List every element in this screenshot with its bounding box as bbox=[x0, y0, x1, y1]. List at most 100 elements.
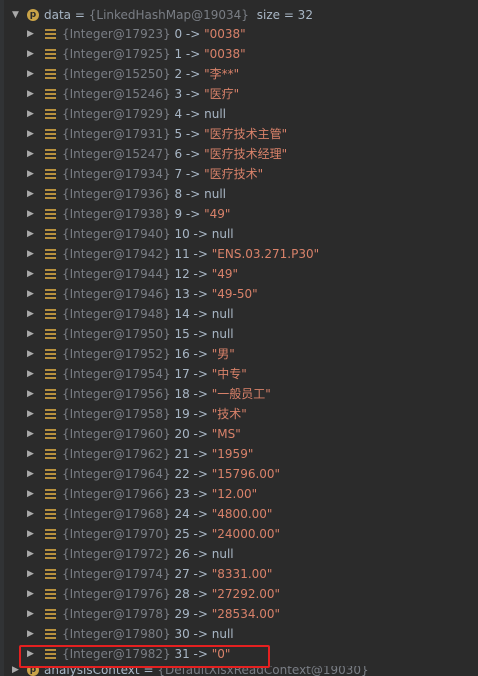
map-entry-row[interactable]: ▶ {Integer@17958} 19 -> "技术" bbox=[0, 404, 478, 424]
triangle-right-icon[interactable]: ▶ bbox=[27, 284, 34, 304]
map-entry-row[interactable]: ▶ {Integer@17950} 15 -> null bbox=[0, 324, 478, 344]
map-entry-row[interactable]: ▶ {Integer@17925} 1 -> "0038" bbox=[0, 44, 478, 64]
entry-value: null bbox=[211, 307, 234, 321]
map-entry-row[interactable]: ▶ {Integer@17942} 11 -> "ENS.03.271.P30" bbox=[0, 244, 478, 264]
map-entry-row[interactable]: ▶ {Integer@17970} 25 -> "24000.00" bbox=[0, 524, 478, 544]
entry-key: 9 bbox=[174, 207, 183, 221]
map-entry-row[interactable]: ▶ {Integer@17964} 22 -> "15796.00" bbox=[0, 464, 478, 484]
triangle-right-icon[interactable]: ▶ bbox=[27, 584, 34, 604]
triangle-right-icon[interactable]: ▶ bbox=[27, 424, 34, 444]
entry-key: 1 bbox=[174, 47, 183, 61]
entry-arrow: -> bbox=[193, 327, 208, 341]
entry-key: 29 bbox=[174, 607, 190, 621]
entry-arrow: -> bbox=[193, 467, 208, 481]
triangle-right-icon[interactable]: ▶ bbox=[27, 224, 34, 244]
map-entry-row[interactable]: ▶ {Integer@17978} 29 -> "28534.00" bbox=[0, 604, 478, 624]
entry-arrow: -> bbox=[193, 587, 208, 601]
triangle-right-icon[interactable]: ▶ bbox=[27, 24, 34, 44]
map-entry-row[interactable]: ▶ {Integer@17936} 8 -> null bbox=[0, 184, 478, 204]
map-entry-row[interactable]: ▶ {Integer@17940} 10 -> null bbox=[0, 224, 478, 244]
triangle-right-icon[interactable]: ▶ bbox=[27, 504, 34, 524]
map-entry-row[interactable]: ▶ {Integer@17968} 24 -> "4800.00" bbox=[0, 504, 478, 524]
map-entry-icon bbox=[45, 589, 56, 599]
map-entry-icon bbox=[45, 89, 56, 99]
triangle-right-icon[interactable]: ▶ bbox=[27, 244, 34, 264]
entry-value: "李**" bbox=[204, 67, 240, 81]
triangle-right-icon[interactable]: ▶ bbox=[27, 44, 34, 64]
triangle-right-icon[interactable]: ▶ bbox=[27, 604, 34, 624]
map-entry-row[interactable]: ▶ {Integer@17976} 28 -> "27292.00" bbox=[0, 584, 478, 604]
triangle-right-icon[interactable]: ▶ bbox=[27, 184, 34, 204]
map-entry-row[interactable]: ▶ {Integer@17946} 13 -> "49-50" bbox=[0, 284, 478, 304]
entry-arrow: -> bbox=[193, 487, 208, 501]
triangle-right-icon[interactable]: ▶ bbox=[27, 324, 34, 344]
map-entry-row[interactable]: ▶ {Integer@17938} 9 -> "49" bbox=[0, 204, 478, 224]
map-entry-row[interactable]: ▶ {Integer@17929} 4 -> null bbox=[0, 104, 478, 124]
map-entry-row[interactable]: ▶ {Integer@17974} 27 -> "8331.00" bbox=[0, 564, 478, 584]
map-entry-row[interactable]: ▶ {Integer@17931} 5 -> "医疗技术主管" bbox=[0, 124, 478, 144]
tree-row-data[interactable]: ▼ p data = {LinkedHashMap@19034} size = … bbox=[0, 5, 478, 25]
map-entry-row[interactable]: ▶ {Integer@15246} 3 -> "医疗" bbox=[0, 84, 478, 104]
triangle-right-icon[interactable]: ▶ bbox=[27, 84, 34, 104]
entry-value: null bbox=[211, 227, 234, 241]
map-entry-row[interactable]: ▶ {Integer@17980} 30 -> null bbox=[0, 624, 478, 644]
triangle-right-icon[interactable]: ▶ bbox=[27, 64, 34, 84]
map-entry-row[interactable]: ▶ {Integer@17966} 23 -> "12.00" bbox=[0, 484, 478, 504]
triangle-right-icon[interactable]: ▶ bbox=[27, 384, 34, 404]
entry-value: "49" bbox=[204, 207, 231, 221]
triangle-right-icon[interactable]: ▶ bbox=[27, 304, 34, 324]
map-entry-row[interactable]: ▶ {Integer@17956} 18 -> "一般员工" bbox=[0, 384, 478, 404]
map-entry-row[interactable]: ▶ {Integer@17944} 12 -> "49" bbox=[0, 264, 478, 284]
triangle-right-icon[interactable]: ▶ bbox=[27, 564, 34, 584]
triangle-right-icon[interactable]: ▶ bbox=[27, 364, 34, 384]
triangle-right-icon[interactable]: ▶ bbox=[27, 264, 34, 284]
triangle-right-icon[interactable]: ▶ bbox=[27, 344, 34, 364]
entry-arrow: -> bbox=[193, 367, 208, 381]
entry-value: "1959" bbox=[211, 447, 254, 461]
triangle-right-icon[interactable]: ▶ bbox=[27, 404, 34, 424]
triangle-right-icon[interactable]: ▶ bbox=[27, 124, 34, 144]
triangle-right-icon[interactable]: ▶ bbox=[12, 666, 19, 676]
map-entry-icon bbox=[45, 389, 56, 399]
entry-type-tag: {Integer@15250} bbox=[62, 67, 171, 81]
triangle-right-icon[interactable]: ▶ bbox=[27, 104, 34, 124]
map-entry-icon bbox=[45, 169, 56, 179]
map-entry-icon bbox=[45, 229, 56, 239]
triangle-right-icon[interactable]: ▶ bbox=[27, 464, 34, 484]
entry-type-tag: {Integer@15246} bbox=[62, 87, 171, 101]
map-entry-icon bbox=[45, 129, 56, 139]
triangle-right-icon[interactable]: ▶ bbox=[27, 524, 34, 544]
entry-type-tag: {Integer@17936} bbox=[62, 187, 171, 201]
map-entry-row[interactable]: ▶ {Integer@17972} 26 -> null bbox=[0, 544, 478, 564]
map-entry-row[interactable]: ▶ {Integer@15250} 2 -> "李**" bbox=[0, 64, 478, 84]
map-entry-row[interactable]: ▶ {Integer@15247} 6 -> "医疗技术经理" bbox=[0, 144, 478, 164]
map-entry-row[interactable]: ▶ {Integer@17954} 17 -> "中专" bbox=[0, 364, 478, 384]
map-entry-icon bbox=[45, 489, 56, 499]
map-entry-row[interactable]: ▶ {Integer@17934} 7 -> "医疗技术" bbox=[0, 164, 478, 184]
triangle-right-icon[interactable]: ▶ bbox=[27, 144, 34, 164]
triangle-right-icon[interactable]: ▶ bbox=[27, 544, 34, 564]
entry-value: "0038" bbox=[204, 27, 246, 41]
entry-type-tag: {Integer@17942} bbox=[62, 247, 171, 261]
map-entry-icon bbox=[45, 469, 56, 479]
map-entry-row[interactable]: ▶ {Integer@17952} 16 -> "男" bbox=[0, 344, 478, 364]
triangle-down-icon[interactable]: ▼ bbox=[12, 5, 19, 25]
triangle-right-icon[interactable]: ▶ bbox=[27, 624, 34, 644]
triangle-right-icon[interactable]: ▶ bbox=[27, 164, 34, 184]
entry-value: "男" bbox=[211, 347, 235, 361]
map-entry-row[interactable]: ▶ {Integer@17948} 14 -> null bbox=[0, 304, 478, 324]
entry-arrow: -> bbox=[193, 387, 208, 401]
map-entry-row[interactable]: ▶ {Integer@17960} 20 -> "MS" bbox=[0, 424, 478, 444]
entry-key: 14 bbox=[174, 307, 190, 321]
entry-key: 27 bbox=[174, 567, 190, 581]
triangle-right-icon[interactable]: ▶ bbox=[27, 484, 34, 504]
entry-key: 21 bbox=[174, 447, 190, 461]
triangle-right-icon[interactable]: ▶ bbox=[27, 444, 34, 464]
map-entry-row[interactable]: ▶ {Integer@17923} 0 -> "0038" bbox=[0, 24, 478, 44]
entry-type-tag: {Integer@17952} bbox=[62, 347, 171, 361]
entry-type-tag: {Integer@17968} bbox=[62, 507, 171, 521]
entry-arrow: -> bbox=[193, 267, 208, 281]
entry-arrow: -> bbox=[193, 287, 208, 301]
map-entry-row[interactable]: ▶ {Integer@17962} 21 -> "1959" bbox=[0, 444, 478, 464]
triangle-right-icon[interactable]: ▶ bbox=[27, 204, 34, 224]
